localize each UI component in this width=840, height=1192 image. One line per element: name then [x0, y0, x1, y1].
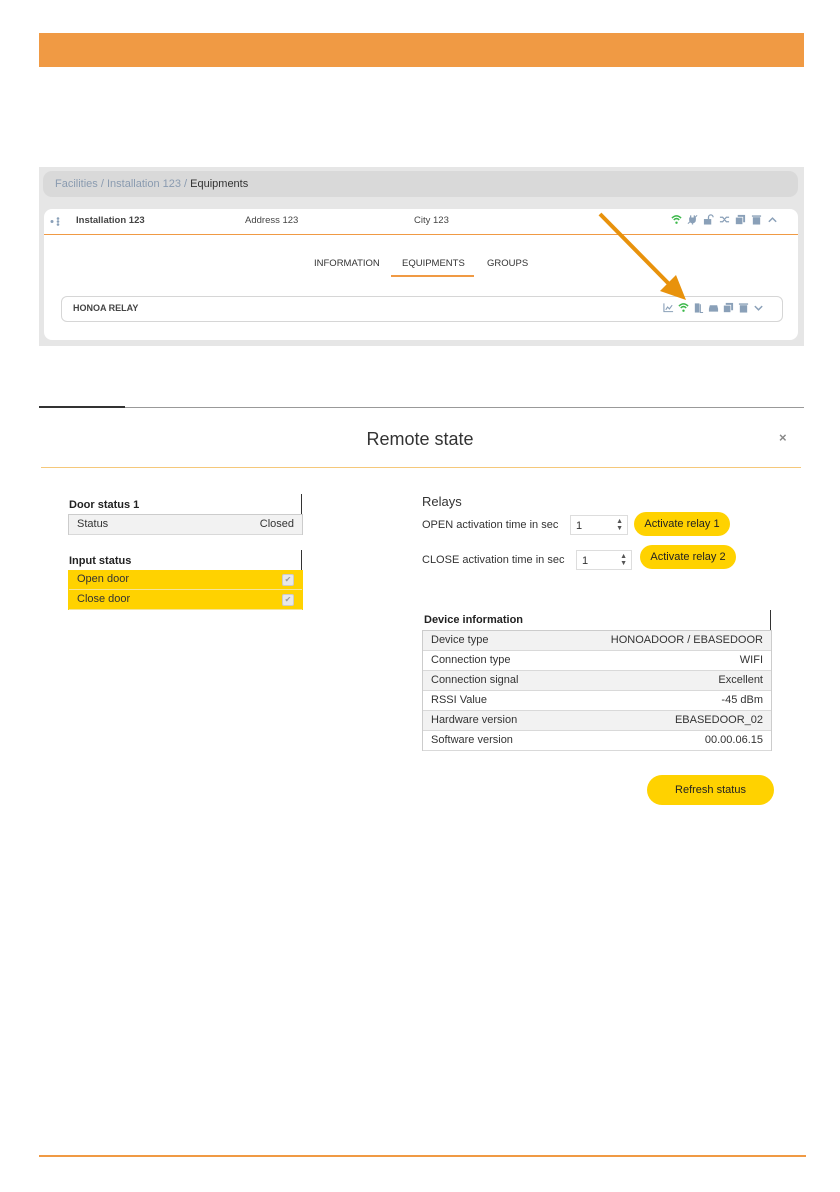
input-status-table: Open door ✔ Close door ✔: [68, 570, 303, 610]
table-row: Device type HONOADOOR / EBASEDOOR: [423, 631, 771, 651]
chevron-up-icon[interactable]: [767, 214, 778, 225]
shuffle-icon[interactable]: [719, 214, 730, 225]
installation-address: Address 123: [245, 215, 299, 226]
input-status-title: Input status: [69, 555, 132, 567]
installation-city: City 123: [414, 215, 449, 226]
equipment-actions: [663, 302, 764, 313]
modal-title: Remote state: [366, 429, 474, 449]
breadcrumb: Facilities / Installation 123 / Equipmen…: [43, 171, 798, 197]
relays-title: Relays: [422, 494, 462, 509]
equipment-row[interactable]: HONOA RELAY: [61, 296, 783, 322]
installation-name: Installation 123: [76, 215, 145, 226]
table-row: Connection signal Excellent: [423, 671, 771, 691]
modal-separator: [41, 467, 801, 468]
divider: [301, 494, 302, 514]
tab-groups[interactable]: GROUPS: [487, 258, 528, 269]
copy-icon[interactable]: [723, 302, 734, 313]
table-row: RSSI Value -45 dBm: [423, 691, 771, 711]
chevron-down-icon[interactable]: [753, 302, 764, 313]
table-row: Connection type WIFI: [423, 651, 771, 671]
spinner-icon[interactable]: ▲ ▼: [620, 553, 627, 567]
active-tab-indicator: [391, 275, 474, 277]
breadcrumb-facilities[interactable]: Facilities: [55, 178, 98, 190]
breadcrumb-equipments: Equipments: [190, 178, 249, 190]
installation-actions: [671, 214, 778, 225]
modal-top-rule: [39, 407, 804, 408]
table-row: Close door ✔: [69, 590, 302, 610]
hdd-icon[interactable]: [708, 302, 719, 313]
tab-equipments[interactable]: EQUIPMENTS: [402, 258, 465, 269]
unlock-icon[interactable]: [703, 214, 714, 225]
copy-icon[interactable]: [735, 214, 746, 225]
activate-relay-1-button[interactable]: Activate relay 1: [634, 512, 730, 536]
open-door-checkbox: ✔: [282, 574, 294, 586]
installation-card: Installation 123 Address 123 City 123 IN…: [44, 209, 798, 340]
equipments-screenshot: Facilities / Installation 123 / Equipmen…: [39, 167, 804, 346]
installation-tabs: INFORMATION EQUIPMENTS GROUPS: [44, 258, 798, 282]
installation-header[interactable]: Installation 123 Address 123 City 123: [44, 209, 798, 235]
close-activation-input[interactable]: 1 ▲ ▼: [576, 550, 632, 570]
door-status-value: Closed: [259, 518, 294, 530]
device-info-table: Device type HONOADOOR / EBASEDOOR Connect…: [422, 630, 772, 751]
door-status-title: Door status 1: [69, 499, 140, 511]
device-info-title: Device information: [424, 614, 524, 626]
wifi-icon[interactable]: [678, 302, 689, 313]
table-row: Software version 00.00.06.15: [423, 731, 771, 751]
remote-state-door-icon[interactable]: [693, 302, 704, 313]
spinner-icon[interactable]: ▲ ▼: [616, 518, 623, 532]
refresh-status-button[interactable]: Refresh status: [647, 775, 774, 805]
divider: [770, 610, 771, 630]
close-icon[interactable]: ×: [779, 430, 787, 445]
close-door-checkbox: ✔: [282, 594, 294, 606]
wifi-icon[interactable]: [671, 214, 682, 225]
table-row: Hardware version EBASEDOOR_02: [423, 711, 771, 731]
equipment-name: HONOA RELAY: [73, 303, 139, 313]
trash-icon[interactable]: [751, 214, 762, 225]
open-activation-input[interactable]: 1 ▲ ▼: [570, 515, 628, 535]
door-status-table: Status Closed: [68, 514, 303, 535]
breadcrumb-installation[interactable]: Installation 123: [107, 178, 181, 190]
table-row: Open door ✔: [69, 570, 302, 590]
tab-information[interactable]: INFORMATION: [314, 258, 380, 269]
network-icon: [50, 217, 60, 226]
activate-relay-2-button[interactable]: Activate relay 2: [640, 545, 736, 569]
table-row: Status Closed: [69, 515, 302, 535]
trash-icon[interactable]: [738, 302, 749, 313]
divider: [301, 550, 302, 570]
plug-off-icon[interactable]: [687, 214, 698, 225]
close-activation-label: CLOSE activation time in sec: [422, 554, 565, 566]
header-bar: [39, 33, 804, 67]
chart-icon[interactable]: [663, 302, 674, 313]
open-activation-label: OPEN activation time in sec: [422, 519, 559, 531]
modal-top-rule-accent: [39, 406, 125, 408]
footer-rule: [39, 1155, 806, 1157]
